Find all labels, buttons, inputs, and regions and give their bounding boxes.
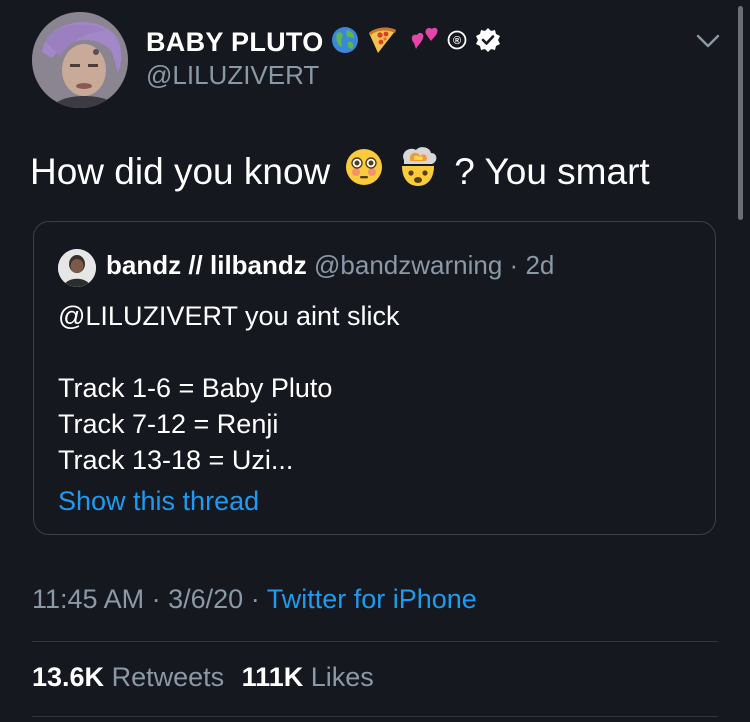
registered-mark: ® (446, 29, 468, 56)
likes-label: Likes (310, 662, 374, 692)
tweet-text-after: ? You smart (454, 150, 650, 192)
quoted-author-handle[interactable]: @bandzwarning (314, 250, 502, 280)
quoted-avatar-photo-icon (58, 249, 96, 287)
tweet-stats: 13.6K Retweets 111K Likes (32, 662, 374, 693)
tweet-meta: 11:45 AM · 3/6/20 · Twitter for iPhone (32, 584, 477, 615)
likes-count: 111K (241, 662, 304, 692)
meta-separator: · (151, 584, 161, 614)
quoted-tweet-header: bandz // lilbandz @bandzwarning · 2d (106, 250, 554, 281)
quoted-line: Track 7-12 = Renji (58, 409, 279, 439)
verified-badge-icon (474, 26, 502, 59)
divider (32, 641, 718, 642)
tweet-text-before: How did you know (30, 150, 331, 192)
retweets-count: 13.6K (32, 662, 105, 692)
exploding-head-emoji-icon (396, 146, 440, 197)
quoted-tweet-time[interactable]: 2d (525, 250, 554, 280)
chevron-down-icon[interactable] (694, 30, 722, 52)
quoted-blank-line (58, 334, 400, 370)
divider (32, 716, 718, 717)
author-display-name[interactable]: BABY PLUTO (146, 27, 324, 58)
quoted-tweet-card[interactable]: bandz // lilbandz @bandzwarning · 2d @LI… (33, 221, 716, 535)
likes-stat[interactable]: 111K Likes (242, 662, 374, 692)
author-avatar[interactable] (32, 12, 128, 108)
author-handle[interactable]: @LILUZIVERT (146, 60, 319, 91)
quoted-tweet-body: @LILUZIVERT you aint slick Track 1-6 = B… (58, 298, 400, 478)
author-name-row[interactable]: BABY PLUTO ® (146, 26, 502, 58)
scrollbar[interactable] (738, 6, 743, 220)
quoted-line: Track 13-18 = Uzi... (58, 445, 294, 475)
tweet-text: How did you know ? You smart (30, 146, 650, 197)
tweet-date[interactable]: 3/6/20 (168, 584, 243, 614)
quoted-author-avatar[interactable] (58, 249, 96, 287)
pizza-emoji-icon (366, 25, 402, 60)
quoted-line: Track 1-6 = Baby Pluto (58, 373, 333, 403)
meta-separator: · (250, 584, 260, 614)
retweets-label: Retweets (111, 662, 225, 692)
avatar-photo-icon (32, 12, 128, 108)
tweet-source-link[interactable]: Twitter for iPhone (267, 584, 477, 614)
two-hearts-emoji-icon (408, 25, 440, 60)
retweets-stat[interactable]: 13.6K Retweets (32, 662, 232, 692)
globe-emoji-icon (330, 25, 360, 60)
flushed-face-emoji-icon (344, 147, 384, 196)
quoted-author-display-name[interactable]: bandz // lilbandz (106, 250, 307, 280)
tweet-time[interactable]: 11:45 AM (32, 584, 144, 614)
svg-text:®: ® (452, 35, 460, 47)
show-thread-link[interactable]: Show this thread (58, 486, 259, 517)
tweet-detail-view: BABY PLUTO ® @LILUZIVERT How did you kno… (0, 0, 750, 722)
quoted-line: @LILUZIVERT you aint slick (58, 301, 400, 331)
quoted-separator: · (509, 250, 519, 280)
